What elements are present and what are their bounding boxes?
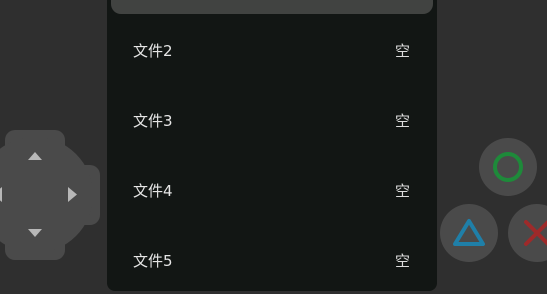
save-slot-label: 文件4 <box>133 181 173 200</box>
circle-button[interactable] <box>479 138 537 196</box>
save-slot-dialog: 文件2 空 文件3 空 文件4 空 文件5 空 <box>107 0 437 291</box>
cross-button[interactable] <box>508 204 547 262</box>
circle-icon <box>493 152 523 182</box>
save-slot-status: 空 <box>394 41 410 60</box>
save-slot-label: 文件5 <box>133 251 173 270</box>
cross-icon <box>524 220 547 246</box>
save-slot-status: 空 <box>394 251 410 270</box>
save-slot-row[interactable]: 文件3 空 <box>107 85 437 155</box>
triangle-button[interactable] <box>440 204 498 262</box>
triangle-icon <box>453 219 485 246</box>
dpad[interactable] <box>0 130 100 260</box>
selected-slot-row[interactable] <box>111 0 433 14</box>
save-slot-row[interactable]: 文件5 空 <box>107 225 437 291</box>
save-slot-label: 文件2 <box>133 41 173 60</box>
save-slot-status: 空 <box>394 181 410 200</box>
game-screen: 文件2 空 文件3 空 文件4 空 文件5 空 <box>0 0 547 294</box>
save-slot-status: 空 <box>394 111 410 130</box>
save-slot-row[interactable]: 文件2 空 <box>107 15 437 85</box>
save-slot-label: 文件3 <box>133 111 173 130</box>
dpad-left-icon <box>0 187 2 202</box>
save-slot-row[interactable]: 文件4 空 <box>107 155 437 225</box>
save-slot-list: 文件2 空 文件3 空 文件4 空 文件5 空 <box>107 15 437 291</box>
dpad-icon <box>0 130 100 260</box>
